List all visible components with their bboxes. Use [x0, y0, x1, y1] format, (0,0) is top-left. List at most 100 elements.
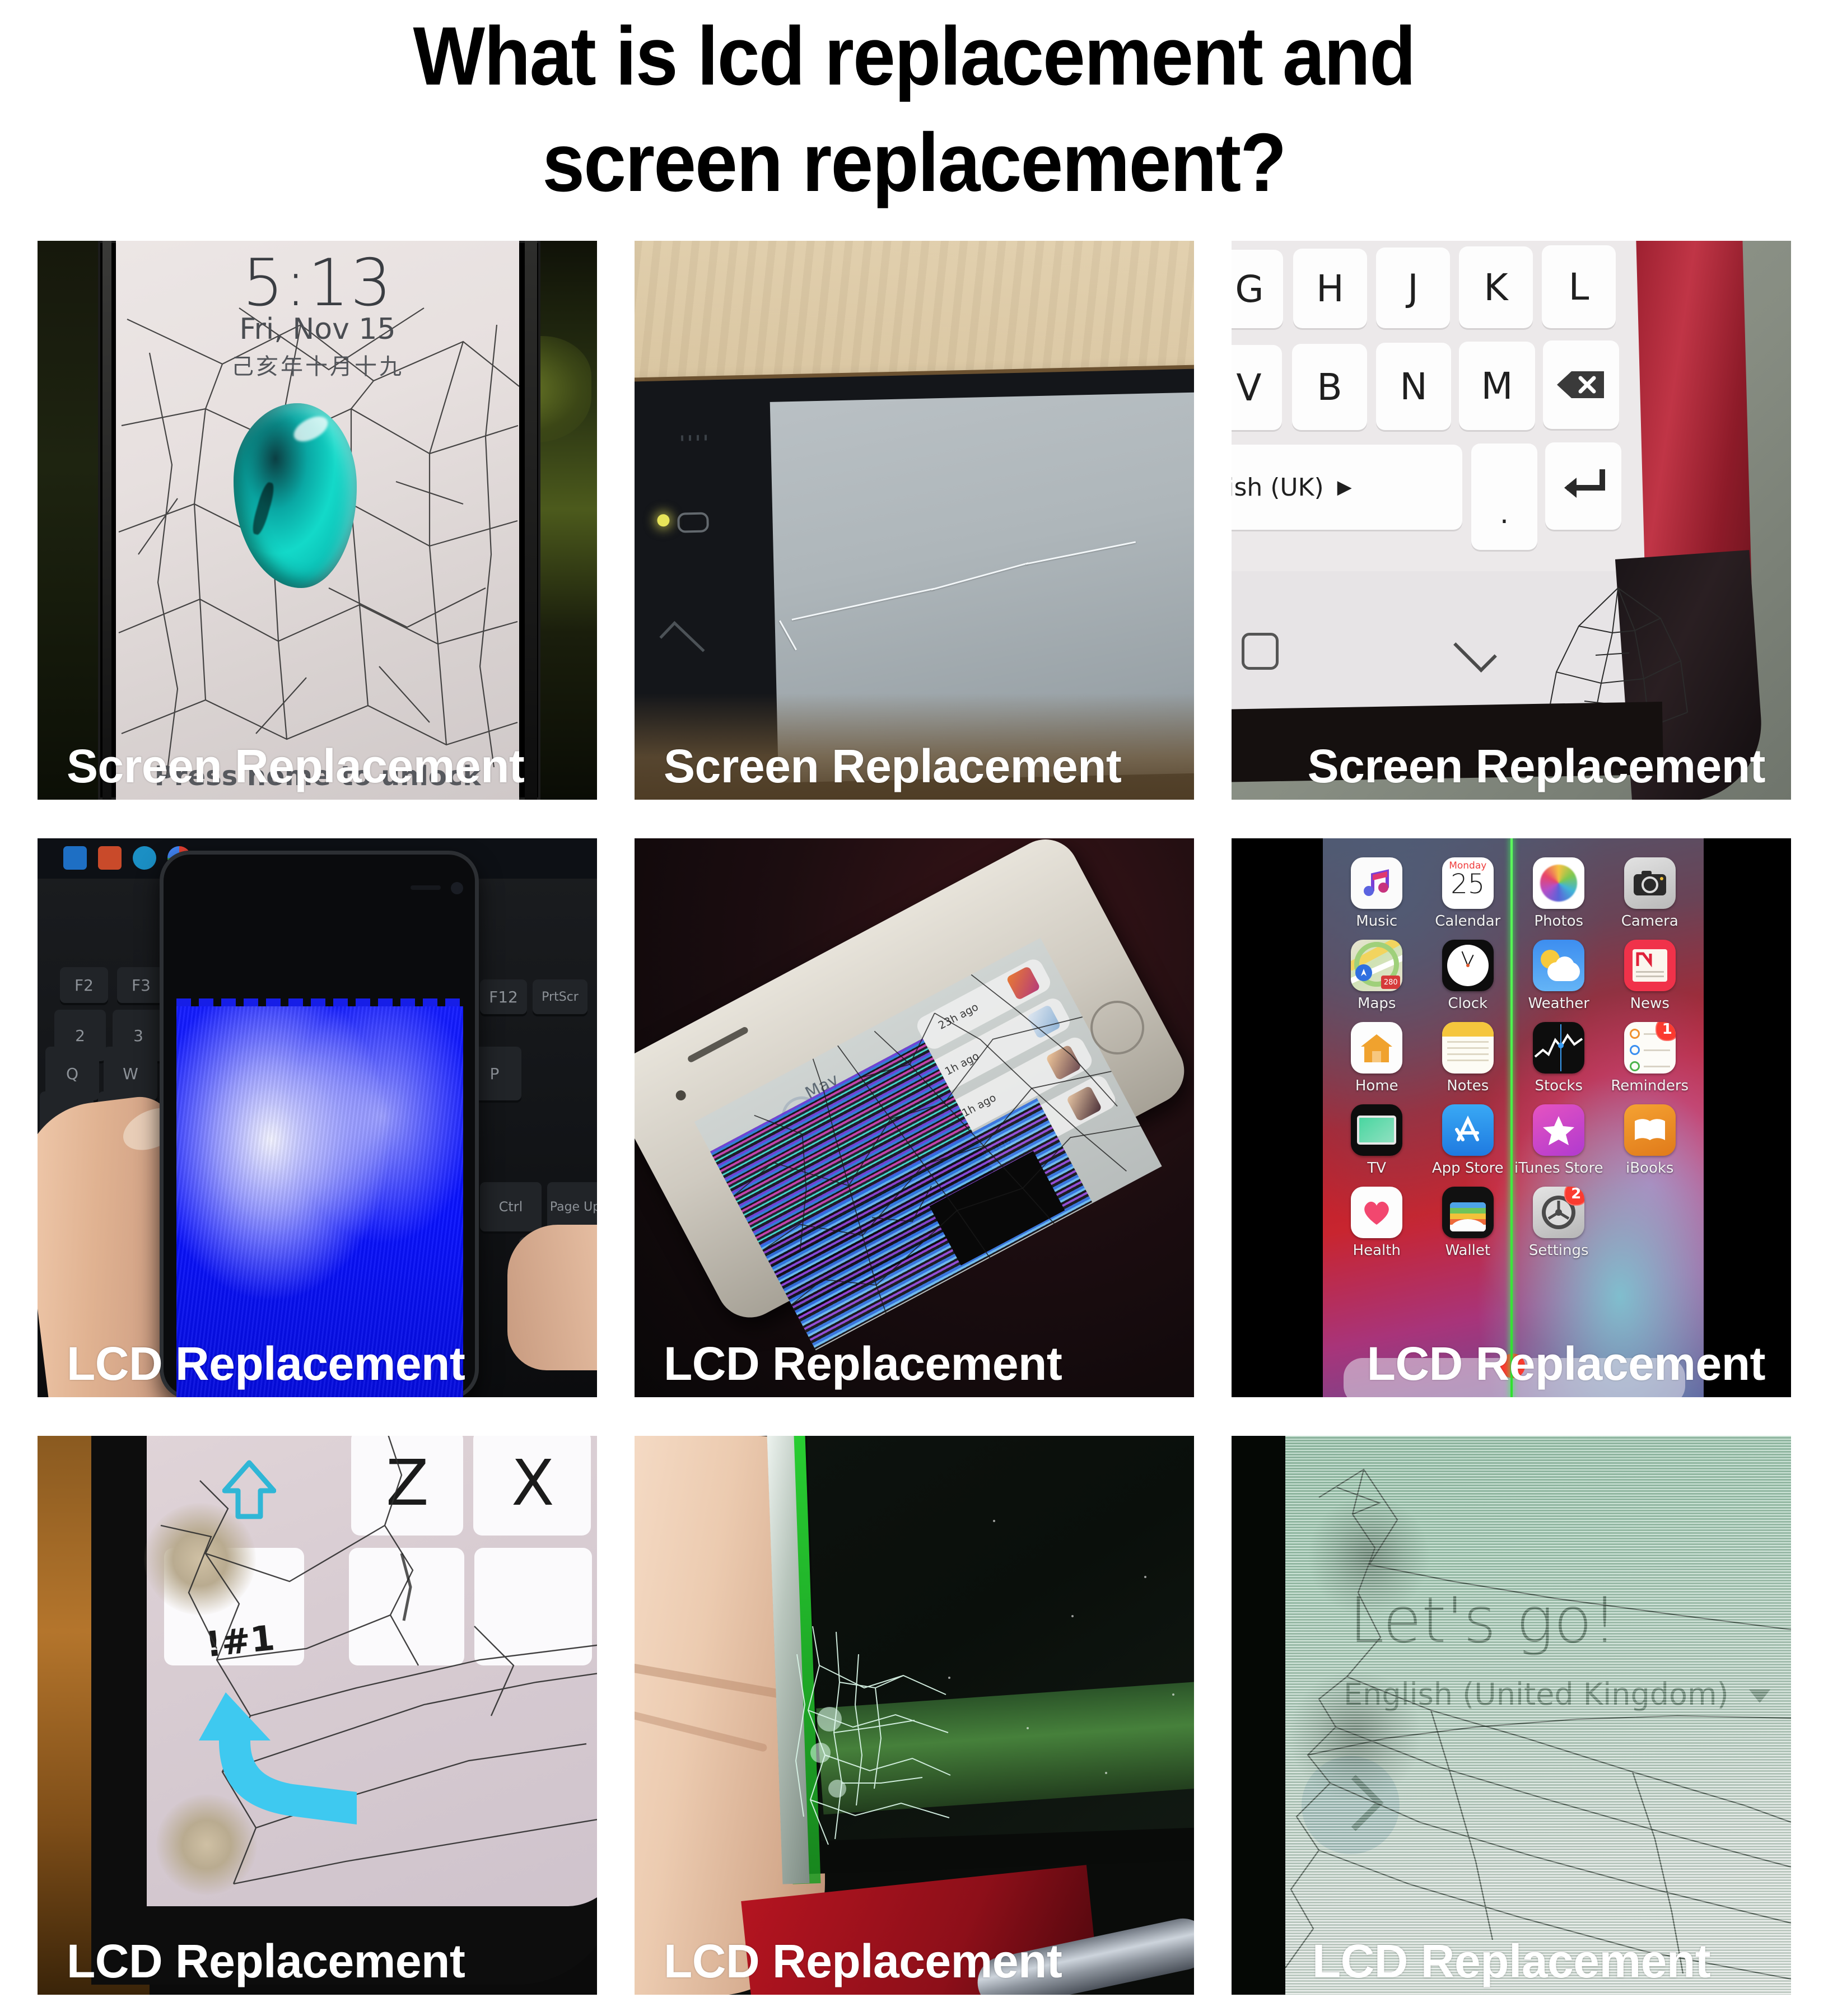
- key-language-arrow-icon: ▶: [1337, 476, 1352, 498]
- key-m[interactable]: M: [1459, 342, 1535, 430]
- app-label: Settings: [1528, 1242, 1589, 1259]
- key-language[interactable]: lish (UK) ▶: [1232, 445, 1462, 530]
- app-icon-reminders[interactable]: 1 Reminders: [1605, 1022, 1696, 1094]
- health-heart-icon: [1351, 1187, 1403, 1238]
- backspace-icon: [1557, 371, 1604, 398]
- grid-cell-lcd-replacement-3[interactable]: Music Monday 25 Calendar Photos Camera 28…: [1232, 838, 1791, 1397]
- ios-homescreen-photo: Music Monday 25 Calendar Photos Camera 28…: [1232, 838, 1791, 1397]
- app-icon-stocks[interactable]: Stocks: [1513, 1022, 1605, 1094]
- return-icon: [1564, 469, 1605, 498]
- lockscreen-date: Fri, Nov 15: [239, 312, 396, 346]
- app-icon-maps[interactable]: 280 Maps: [1331, 940, 1423, 1012]
- app-icon-music[interactable]: Music: [1331, 857, 1423, 930]
- title-line-1: What is lcd replacement and: [413, 10, 1416, 102]
- android-setup-damaged-lcd-photo: Let's go! English (United Kingdom): [1232, 1436, 1791, 1995]
- title-line-2: screen replacement?: [542, 116, 1286, 209]
- blue-lcd-bleed-photo: F2 F3 2 3 Q W A S F12 PrtScr P Ctrl Page…: [38, 838, 597, 1397]
- grid-cell-lcd-replacement-2[interactable]: 23h ago 1h ago allingo's... 1h ago 1h ag…: [635, 838, 1194, 1397]
- app-label: iBooks: [1626, 1160, 1674, 1177]
- cell-caption: Screen Replacement: [67, 740, 525, 792]
- news-icon: [1624, 940, 1676, 991]
- clock-icon: [1442, 940, 1494, 991]
- app-label: Reminders: [1611, 1077, 1689, 1094]
- cell-caption: LCD Replacement: [67, 1935, 465, 1987]
- nav-home-icon[interactable]: [1242, 633, 1279, 670]
- app-label: Calendar: [1435, 913, 1501, 930]
- key-return[interactable]: [1545, 442, 1621, 530]
- key-v[interactable]: V: [1232, 345, 1282, 430]
- key-b[interactable]: B: [1292, 344, 1367, 430]
- reminders-icon: 1: [1624, 1022, 1676, 1074]
- grid-cell-lcd-replacement-6[interactable]: Let's go! English (United Kingdom): [1232, 1436, 1791, 1995]
- app-label: Photos: [1534, 913, 1584, 930]
- grid-cell-lcd-replacement-5[interactable]: LCD Replacement: [635, 1436, 1194, 1995]
- app-label: Notes: [1447, 1077, 1489, 1094]
- app-icon-weather[interactable]: Weather: [1513, 940, 1605, 1012]
- cell-caption: LCD Replacement: [1312, 1935, 1711, 1987]
- taskbar-outlook-icon: [63, 846, 87, 870]
- laptop-key-f12: F12: [480, 979, 527, 1014]
- app-store-icon: [1442, 1104, 1494, 1156]
- tv-icon: [1351, 1104, 1403, 1156]
- key-backspace[interactable]: [1543, 340, 1619, 429]
- laptop-key-pageup: Page Up: [547, 1182, 597, 1231]
- cracked-lockscreen-photo: 5:13 Fri, Nov 15 己亥年十月十九 Press home to u…: [38, 241, 597, 800]
- grid-cell-lcd-replacement-4[interactable]: Z X !#1 LCD Replacement: [38, 1436, 597, 1995]
- tilted-broken-iphone-photo: 23h ago 1h ago allingo's... 1h ago 1h ag…: [635, 838, 1194, 1397]
- shattered-glass-overlay: [733, 974, 1141, 1313]
- app-icon-news[interactable]: News: [1605, 940, 1696, 1012]
- app-label: Wallet: [1445, 1242, 1491, 1259]
- grid-cell-screen-replacement-3[interactable]: G H J K L V B N M lish (UK) ▶ .: [1232, 241, 1791, 800]
- app-label: Home: [1355, 1077, 1398, 1094]
- maps-icon: 280: [1351, 940, 1403, 991]
- keyboard-closeup-photo: G H J K L V B N M lish (UK) ▶ .: [1232, 241, 1791, 800]
- image-grid: 5:13 Fri, Nov 15 己亥年十月十九 Press home to u…: [38, 241, 1791, 1995]
- app-icon-calendar[interactable]: Monday 25 Calendar: [1423, 857, 1514, 930]
- laptop-key-prtscr: PrtScr: [533, 979, 587, 1014]
- green-line-defect: [1510, 838, 1513, 1397]
- app-icon-itunes-store[interactable]: iTunes Store: [1513, 1104, 1605, 1177]
- key-h[interactable]: H: [1293, 249, 1367, 328]
- app-icon-clock[interactable]: Clock: [1423, 940, 1514, 1012]
- badge-count: 2: [1564, 1187, 1585, 1206]
- app-label: Clock: [1448, 995, 1488, 1012]
- badge-count: 1: [1655, 1022, 1676, 1041]
- app-icon-photos[interactable]: Photos: [1513, 857, 1605, 930]
- wallet-icon: [1442, 1187, 1494, 1238]
- app-icon-wallet[interactable]: Wallet: [1423, 1187, 1514, 1259]
- notes-icon: [1442, 1022, 1494, 1074]
- cell-caption: Screen Replacement: [1307, 740, 1766, 792]
- gear-icon: 2: [1533, 1187, 1585, 1238]
- camera-icon: [1624, 857, 1676, 909]
- app-label: Maps: [1358, 995, 1396, 1012]
- cell-caption: LCD Replacement: [67, 1337, 465, 1390]
- taskbar-edge-icon: [133, 846, 156, 870]
- app-label: iTunes Store: [1514, 1160, 1603, 1177]
- shattered-corner-photo: [635, 1436, 1194, 1995]
- shattered-glass-corner: [795, 1626, 951, 1845]
- notification-led: [657, 514, 670, 527]
- key-k[interactable]: K: [1459, 246, 1533, 328]
- key-period[interactable]: .: [1471, 444, 1537, 550]
- app-icon-app-store[interactable]: App Store: [1423, 1104, 1514, 1177]
- grid-cell-lcd-replacement-1[interactable]: F2 F3 2 3 Q W A S F12 PrtScr P Ctrl Page…: [38, 838, 597, 1397]
- app-label: Weather: [1528, 995, 1589, 1012]
- lockscreen-time: 5:13: [242, 245, 393, 321]
- key-g[interactable]: G: [1232, 250, 1283, 328]
- app-icon-settings[interactable]: 2 Settings: [1513, 1187, 1605, 1259]
- app-icon-camera[interactable]: Camera: [1605, 857, 1696, 930]
- grid-cell-screen-replacement-2[interactable]: Screen Replacement: [635, 241, 1194, 800]
- app-icon-home[interactable]: Home: [1331, 1022, 1423, 1094]
- itunes-store-icon: [1533, 1104, 1585, 1156]
- key-j[interactable]: J: [1376, 248, 1450, 328]
- app-label: TV: [1367, 1160, 1387, 1177]
- calendar-icon: Monday 25: [1442, 857, 1494, 909]
- grid-cell-screen-replacement-1[interactable]: 5:13 Fri, Nov 15 己亥年十月十九 Press home to u…: [38, 241, 597, 800]
- app-icon-ibooks[interactable]: iBooks: [1605, 1104, 1696, 1177]
- app-icon-health[interactable]: Health: [1331, 1187, 1423, 1259]
- app-icon-tv[interactable]: TV: [1331, 1104, 1423, 1177]
- key-n[interactable]: N: [1376, 343, 1451, 430]
- app-icon-notes[interactable]: Notes: [1423, 1022, 1514, 1094]
- photos-icon: [1533, 857, 1585, 909]
- key-l[interactable]: L: [1542, 245, 1616, 328]
